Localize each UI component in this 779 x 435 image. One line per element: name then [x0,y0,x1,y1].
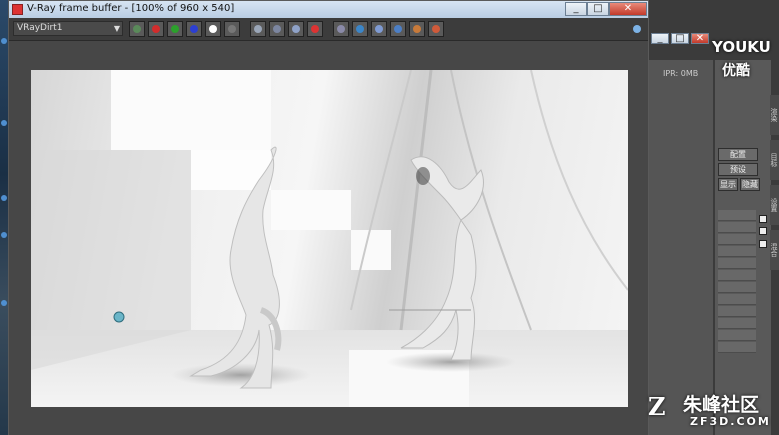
panel-left-strip [649,60,713,435]
preset-button[interactable]: 预设 [718,163,758,176]
color-correction-button[interactable] [409,21,425,37]
tab-settings[interactable]: 设置 [770,185,779,225]
rgb-channel-icon [133,25,141,33]
panel-maximize-button[interactable]: □ [671,33,689,44]
window-title: V-Ray frame buffer - [100% of 960 x 540] [27,3,235,14]
maximize-button[interactable]: □ [587,2,609,16]
load-icon [292,25,300,33]
youku-logo: YOUKU [712,38,771,56]
region-button[interactable] [352,21,368,37]
tab-target[interactable]: 目标 [770,140,779,180]
minimize-button[interactable]: _ [565,2,587,16]
channel-select[interactable]: VRayDirt1 ▼ [13,21,123,36]
green-channel-button[interactable] [167,21,183,37]
region-icon [356,25,364,33]
red-channel-icon [152,25,160,33]
render-last-button[interactable] [428,21,444,37]
zf3d-logo-text: 朱峰社区 [683,394,760,416]
clear-button[interactable] [307,21,323,37]
track-mouse-button[interactable] [333,21,349,37]
save-button[interactable] [250,21,266,37]
clear-icon [311,25,319,33]
desktop-edge [0,0,8,435]
youku-logo-cn: 优酷 [722,63,750,79]
red-channel-button[interactable] [148,21,164,37]
panel-minimize-button[interactable]: _ [651,33,669,44]
blue-channel-button[interactable] [186,21,202,37]
render-last-icon [432,25,440,33]
blue-channel-icon [190,25,198,33]
show-button[interactable]: 显示 [718,178,738,191]
rgb-channel-button[interactable] [129,21,145,37]
save-all-button[interactable] [269,21,285,37]
color-correction-icon [413,25,421,33]
alpha-channel-icon [209,25,217,33]
render-region-icon [394,25,402,33]
ipr-memory-label: IPR: 0MB [663,69,699,78]
duplicate-button[interactable] [371,21,387,37]
command-panel-body: 配置 预设 显示 隐藏 [715,60,771,435]
title-bar: V-Ray frame buffer - [100% of 960 x 540]… [9,1,648,18]
checkbox[interactable] [759,240,767,248]
panel-close-button[interactable]: ✕ [691,33,709,44]
eye-icon[interactable] [629,21,645,37]
save-all-icon [273,25,281,33]
load-button[interactable] [288,21,304,37]
render-region-button[interactable] [390,21,406,37]
mono-icon [228,25,236,33]
checkbox[interactable] [759,215,767,223]
close-button[interactable]: ✕ [609,2,647,16]
tab-blend[interactable]: 混合 [770,230,779,270]
checkbox[interactable] [759,227,767,235]
green-channel-icon [171,25,179,33]
max-command-panel: _ □ ✕ IPR: 0MB 配置 预设 显示 隐藏 渲染 目标 设置 混合 [649,0,779,435]
zf3d-url: ZF3D.COM [690,415,771,428]
tab-render[interactable]: 渲染 [770,95,779,135]
render-canvas-area[interactable] [9,41,648,435]
chevron-down-icon: ▼ [113,24,120,33]
zf3d-logo-icon: Z [648,392,666,421]
mono-button[interactable] [224,21,240,37]
duplicate-icon [375,25,383,33]
track-mouse-icon [337,25,345,33]
alpha-channel-button[interactable] [205,21,221,37]
config-button[interactable]: 配置 [718,148,758,161]
save-icon [254,25,262,33]
render-preview-svg [31,70,628,407]
vray-logo-icon [12,4,23,15]
vray-frame-buffer-window: V-Ray frame buffer - [100% of 960 x 540]… [8,0,649,435]
hide-button[interactable]: 隐藏 [740,178,760,191]
channel-select-value: VRayDirt1 [17,23,63,33]
rendered-image [31,70,628,407]
vfb-toolbar: VRayDirt1 ▼ [9,18,648,41]
